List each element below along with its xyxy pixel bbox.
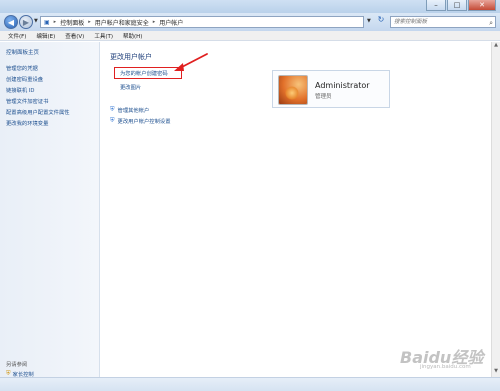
address-bar[interactable]: ▣ ▸ 控制面板 ▸ 用户帐户和家庭安全 ▸ 用户帐户 — [40, 16, 364, 28]
manage-other-accounts-link[interactable]: ⛨ 管理其他帐户 — [110, 106, 149, 114]
task-link-env-variables[interactable]: 更改我的环境变量 — [6, 119, 70, 127]
breadcrumb-user-accounts[interactable]: 用户帐户 — [159, 18, 183, 27]
uac-shield-icon: ⛨ — [110, 106, 115, 113]
forward-button[interactable]: ▶ — [19, 15, 33, 29]
chevron-right-icon[interactable]: ▸ — [88, 19, 91, 25]
status-bar — [0, 377, 500, 391]
baidu-watermark-url: jingyan.baidu.com — [420, 364, 471, 370]
menu-view[interactable]: 查看(V) — [65, 32, 84, 40]
scroll-up-icon[interactable]: ▲ — [492, 42, 500, 51]
menu-help[interactable]: 帮助(H) — [123, 32, 142, 40]
menu-tools[interactable]: 工具(T) — [94, 32, 113, 40]
recent-pages-icon[interactable]: ▼ — [34, 18, 38, 24]
chevron-right-icon[interactable]: ▸ — [54, 19, 57, 25]
control-panel-icon: ▣ — [44, 18, 50, 26]
account-role: 管理员 — [315, 94, 332, 100]
refresh-icon[interactable]: ↻ — [375, 15, 387, 28]
vertical-scrollbar[interactable]: ▲ ▼ — [491, 42, 500, 377]
window-titlebar: – □ ✕ — [0, 0, 500, 13]
control-panel-home-link[interactable]: 控制面板主页 — [6, 48, 39, 56]
back-button[interactable]: ◀ — [4, 15, 18, 29]
task-link-online-id[interactable]: 链接联机 ID — [6, 86, 70, 94]
uac-settings-link[interactable]: ⛨ 更改用户帐户控制设置 — [110, 117, 171, 125]
task-link-reset-disk[interactable]: 创建密码重设盘 — [6, 75, 70, 83]
maximize-button[interactable]: □ — [447, 0, 467, 11]
search-icon[interactable]: ⌕ — [489, 18, 493, 28]
task-list: 管理您的凭据 创建密码重设盘 链接联机 ID 管理文件加密证书 配置高级用户配置… — [6, 64, 70, 127]
close-button[interactable]: ✕ — [468, 0, 496, 11]
account-avatar[interactable] — [278, 75, 308, 105]
chevron-right-icon[interactable]: ▸ — [153, 19, 156, 25]
window-controls: – □ ✕ — [426, 0, 496, 11]
menu-bar: 文件(F) 编辑(E) 查看(V) 工具(T) 帮助(H) — [0, 31, 500, 41]
menu-edit[interactable]: 编辑(E) — [36, 32, 55, 40]
search-placeholder: 搜索控制面板 — [394, 19, 428, 25]
change-picture-link[interactable]: 更改图片 — [120, 83, 141, 91]
navigation-bar: ◀ ▶ ▼ ▣ ▸ 控制面板 ▸ 用户帐户和家庭安全 ▸ 用户帐户 ▼ ↻ 搜索… — [0, 13, 500, 31]
task-pane: 控制面板主页 管理您的凭据 创建密码重设盘 链接联机 ID 管理文件加密证书 配… — [0, 42, 100, 391]
annotation-arrow-icon — [174, 53, 208, 71]
task-link-encryption-certs[interactable]: 管理文件加密证书 — [6, 97, 70, 105]
see-also-heading: 另请参阅 — [6, 362, 28, 368]
account-tile: Administrator 管理员 — [272, 70, 390, 108]
search-input[interactable]: 搜索控制面板 ⌕ — [390, 16, 496, 28]
uac-settings-label: 更改用户帐户控制设置 — [117, 119, 171, 125]
account-name: Administrator — [315, 81, 370, 90]
page-title: 更改用户帐户 — [110, 53, 152, 61]
breadcrumb-user-accounts-family[interactable]: 用户帐户和家庭安全 — [95, 18, 149, 27]
manage-other-accounts-label: 管理其他帐户 — [117, 108, 150, 114]
breadcrumb-control-panel[interactable]: 控制面板 — [60, 18, 84, 27]
task-link-advanced-profile[interactable]: 配置高级用户配置文件属性 — [6, 108, 70, 116]
address-dropdown-icon[interactable]: ▼ — [367, 18, 371, 24]
minimize-button[interactable]: – — [426, 0, 446, 11]
uac-shield-icon: ⛨ — [110, 117, 115, 124]
task-link-credentials[interactable]: 管理您的凭据 — [6, 64, 70, 72]
scroll-down-icon[interactable]: ▼ — [492, 368, 500, 377]
menu-file[interactable]: 文件(F) — [8, 32, 26, 40]
